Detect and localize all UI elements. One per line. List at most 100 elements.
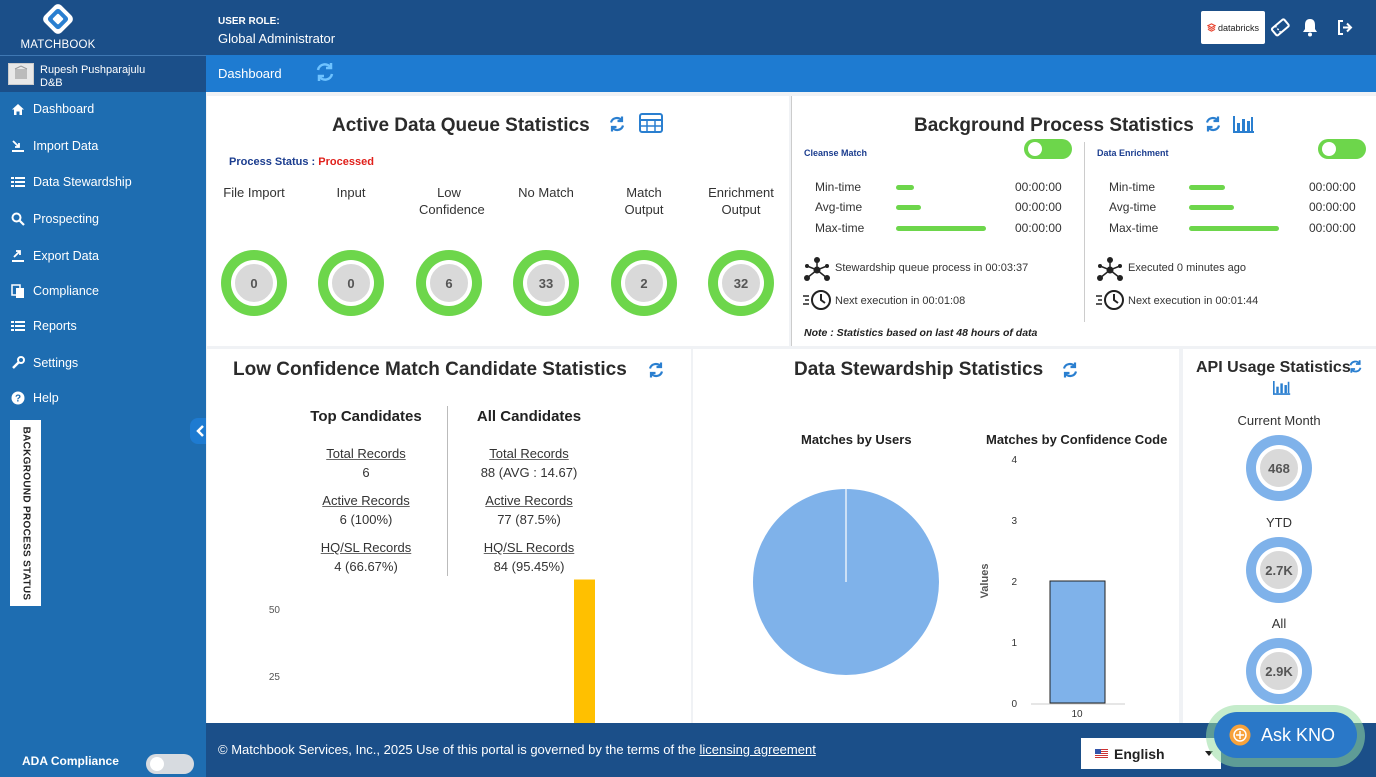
bell-icon[interactable] xyxy=(1301,18,1319,37)
api-usage-panel: API Usage Statistics Current Month 468 Y… xyxy=(1183,349,1376,723)
refresh-icon[interactable] xyxy=(1204,115,1222,133)
sidebar-item-label: Dashboard xyxy=(33,102,95,116)
enrichment-max-bar xyxy=(1189,226,1279,231)
sidebar-item-label: Import Data xyxy=(33,139,99,153)
top-active-records-value: 6 (100%) xyxy=(339,512,393,527)
search-icon xyxy=(11,212,25,226)
refresh-icon[interactable] xyxy=(647,361,665,379)
sidebar-item-label: Reports xyxy=(33,319,77,333)
matchbook-logo[interactable]: MATCHBOOK xyxy=(18,2,98,52)
top-hqsl-records-label[interactable]: HQ/SL Records xyxy=(306,540,426,555)
all-candidates-heading: All Candidates xyxy=(476,408,582,425)
wrench-icon xyxy=(12,356,25,369)
y-tick-label: 2 xyxy=(1011,577,1017,588)
queue-value: 2 xyxy=(622,261,666,305)
role-value: Global Administrator xyxy=(218,31,336,46)
refresh-icon[interactable] xyxy=(314,61,336,83)
top-active-records-label[interactable]: Active Records xyxy=(306,493,426,508)
api-value: 468 xyxy=(1257,446,1301,490)
svg-text:?: ? xyxy=(15,394,21,405)
logout-icon[interactable] xyxy=(1336,19,1354,36)
sidebar-item-data-stewardship[interactable]: Data Stewardship xyxy=(0,165,206,199)
export-icon xyxy=(12,250,24,262)
queue-ring-no-match[interactable]: 33 xyxy=(513,250,579,316)
panel-title: Low Confidence Match Candidate Statistic… xyxy=(233,359,627,380)
databricks-logo[interactable]: databricks xyxy=(1201,11,1265,44)
clock-icon xyxy=(803,289,833,311)
queue-label-enrichment-output: Enrichment Output xyxy=(708,185,774,217)
bar-chart-icon[interactable] xyxy=(1233,115,1255,133)
sidebar-item-settings[interactable]: Settings xyxy=(0,346,206,380)
sidebar-item-label: Settings xyxy=(33,356,79,370)
api-ring-all[interactable]: 2.9K xyxy=(1246,638,1312,704)
api-ring-current-month[interactable]: 468 xyxy=(1246,435,1312,501)
all-active-records-value: 77 (87.5%) xyxy=(497,512,561,527)
table-icon[interactable] xyxy=(639,113,663,133)
enrichment-row-label: Max-time xyxy=(1109,221,1159,235)
refresh-icon[interactable] xyxy=(608,115,626,133)
queue-ring-enrichment-output[interactable]: 32 xyxy=(708,250,774,316)
refresh-icon[interactable] xyxy=(1348,359,1363,374)
ticket-icon[interactable] xyxy=(1270,17,1290,37)
cleanse-row-label: Min-time xyxy=(815,180,862,194)
background-process-status-label: BACKGROUND PROCESS STATUS xyxy=(20,426,31,600)
all-hqsl-records-label[interactable]: HQ/SL Records xyxy=(459,540,599,555)
cleanse-match-toggle[interactable] xyxy=(1024,139,1072,159)
all-active-records-label[interactable]: Active Records xyxy=(459,493,599,508)
queue-value: 32 xyxy=(719,261,763,305)
avatar[interactable] xyxy=(8,63,34,85)
y-tick-label: 4 xyxy=(1011,455,1017,466)
queue-ring-low-confidence[interactable]: 6 xyxy=(416,250,482,316)
top-candidates-heading: Top Candidates xyxy=(310,408,422,425)
licensing-agreement-link[interactable]: licensing agreement xyxy=(699,742,815,757)
api-ring-ytd[interactable]: 2.7K xyxy=(1246,537,1312,603)
sidebar-item-help[interactable]: ? Help xyxy=(0,381,206,415)
sidebar-item-dashboard[interactable]: Dashboard xyxy=(0,92,206,126)
documents-icon xyxy=(11,283,24,298)
copyright-text: © Matchbook Services, Inc., 2025 Use of … xyxy=(218,742,816,757)
cleanse-status: Stewardship queue process in 00:03:37 xyxy=(835,262,1029,274)
sidebar-item-label: Export Data xyxy=(33,249,100,263)
breadcrumb-bar: Dashboard xyxy=(206,55,1376,92)
refresh-icon[interactable] xyxy=(1061,361,1079,379)
sidebar-item-prospecting[interactable]: Prospecting xyxy=(0,202,206,236)
enrichment-next: Next execution in 00:01:44 xyxy=(1128,295,1259,307)
top-total-records-label[interactable]: Total Records xyxy=(306,446,426,461)
sidebar-item-label: Compliance xyxy=(33,284,100,298)
enrichment-row-value: 00:00:00 xyxy=(1309,180,1356,194)
collapse-sidebar-button[interactable] xyxy=(190,418,206,444)
help-icon: ? xyxy=(11,391,25,405)
kno-logo-icon xyxy=(1229,724,1251,746)
bar xyxy=(1049,580,1106,704)
queue-ring-match-output[interactable]: 2 xyxy=(611,250,677,316)
ask-kno-button[interactable]: Ask KNO xyxy=(1214,712,1357,758)
y-tick-label: 0 xyxy=(1011,699,1017,710)
enrichment-min-bar xyxy=(1189,185,1225,190)
sidebar-item-compliance[interactable]: Compliance xyxy=(0,274,206,308)
queue-label-match-output: Match Output xyxy=(624,185,664,217)
sidebar: Dashboard Import Data Data Stewardship P… xyxy=(0,55,206,777)
ada-compliance-label: ADA Compliance xyxy=(22,754,119,768)
queue-label-low-confidence: Low Confidence xyxy=(419,185,485,217)
enrichment-status: Executed 0 minutes ago xyxy=(1128,262,1247,274)
top-hqsl-records-value: 4 (66.67%) xyxy=(334,559,398,574)
x-tick-label: 10 xyxy=(1071,709,1083,720)
background-process-status-tab[interactable]: BACKGROUND PROCESS STATUS xyxy=(10,420,41,606)
data-enrichment-toggle[interactable] xyxy=(1318,139,1366,159)
queue-ring-file-import[interactable]: 0 xyxy=(221,250,287,316)
cleanse-row-value: 00:00:00 xyxy=(1015,180,1062,194)
sidebar-item-label: Prospecting xyxy=(33,212,100,226)
queue-ring-input[interactable]: 0 xyxy=(318,250,384,316)
all-total-records-label[interactable]: Total Records xyxy=(459,446,599,461)
enrichment-row-label: Avg-time xyxy=(1109,200,1157,214)
sidebar-item-reports[interactable]: Reports xyxy=(0,309,206,343)
top-header: MATCHBOOK USER ROLE: Global Administrato… xyxy=(0,0,1376,55)
sidebar-item-import-data[interactable]: Import Data xyxy=(0,129,206,163)
sidebar-item-export-data[interactable]: Export Data xyxy=(0,239,206,273)
ada-compliance-toggle[interactable] xyxy=(146,754,194,774)
language-select[interactable]: English xyxy=(1081,738,1221,769)
cleanse-max-bar xyxy=(896,226,986,231)
bar xyxy=(574,579,595,723)
bar-chart-icon[interactable] xyxy=(1273,380,1291,395)
data-stewardship-panel: Data Stewardship Statistics Matches by U… xyxy=(693,349,1179,723)
